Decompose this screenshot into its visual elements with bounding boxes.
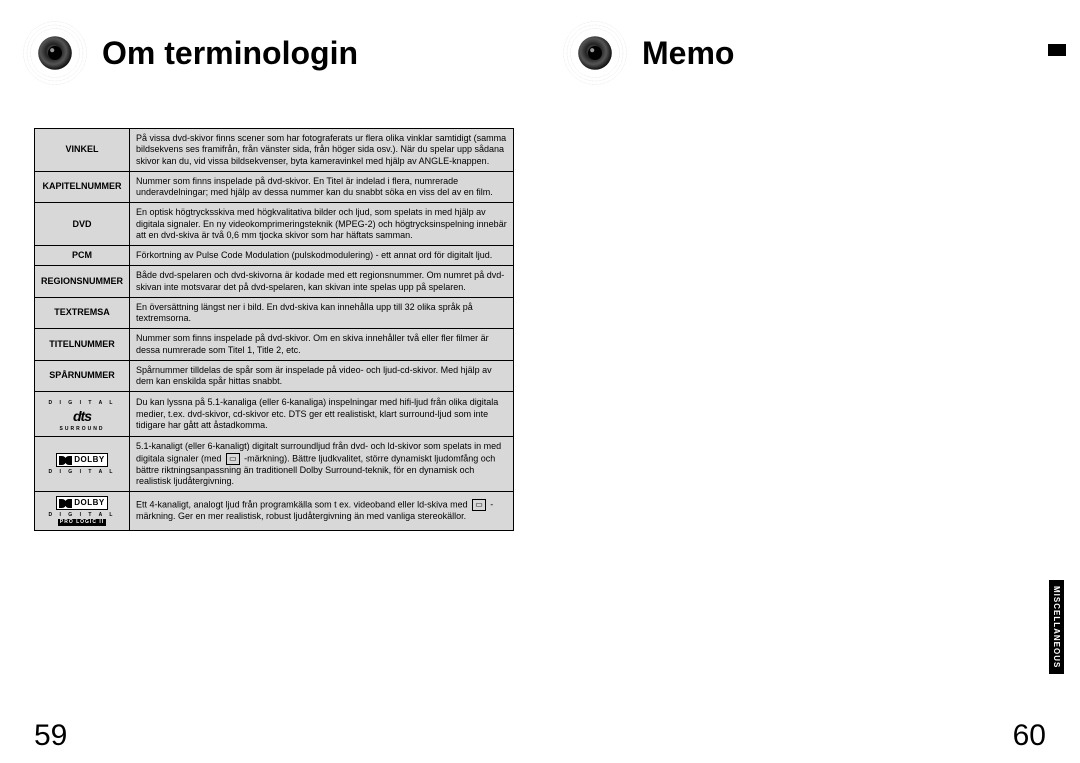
speaker-icon [560,18,630,88]
page-left: Om terminologin VINKEL På vissa dvd-skiv… [0,0,540,763]
term-definition: Både dvd-spelaren och dvd-skivorna är ko… [130,266,514,298]
terminology-table: VINKEL På vissa dvd-skivor finns scener … [34,128,514,531]
dolby-prologic-logo-icon: DOLBY D I G I T A L PRO LOGIC II [49,496,116,526]
dts-logo-cell: D I G I T A L dts SURROUND [35,392,130,437]
speaker-icon [20,18,90,88]
dolby-brand: DOLBY [74,498,105,508]
term-definition: En optisk högtrycksskiva med högkvalitat… [130,203,514,246]
dts-mid: dts [73,408,91,426]
page-right: Memo MISCELLANEOUS 60 [540,0,1080,763]
term-label: TEXTREMSA [35,297,130,329]
inline-mark-icon: ▭ [472,499,486,511]
dts-bot: SURROUND [60,426,105,432]
table-row: DOLBY D I G I T A L 5.1-kanaligt (eller … [35,437,514,492]
term-definition: Nummer som finns inspelade på dvd-skivor… [130,171,514,203]
term-definition: På vissa dvd-skivor finns scener som har… [130,129,514,172]
term-definition: Du kan lyssna på 5.1-kanaliga (eller 6-k… [130,392,514,437]
dolby-digital-logo-icon: DOLBY D I G I T A L [49,453,116,475]
term-label: VINKEL [35,129,130,172]
side-tab-miscellaneous: MISCELLANEOUS [1049,580,1064,674]
term-definition: Ett 4-kanaligt, analogt ljud från progra… [130,492,514,531]
page-right-title: Memo [642,35,734,72]
table-row: TITELNUMMER Nummer som finns inspelade p… [35,329,514,361]
dolby-sub: D I G I T A L [49,469,116,475]
page-right-header: Memo [540,0,1080,98]
term-definition: Förkortning av Pulse Code Modulation (pu… [130,246,514,266]
term-definition: Nummer som finns inspelade på dvd-skivor… [130,329,514,361]
dolby-d-icon [59,499,72,508]
page-number-right: 60 [1013,719,1046,753]
table-row: D I G I T A L dts SURROUND Du kan lyssna… [35,392,514,437]
page-left-header: Om terminologin [0,0,540,98]
definition-pre: Ett 4-kanaligt, analogt ljud från progra… [136,500,470,510]
term-label: PCM [35,246,130,266]
corner-mark-icon [1048,44,1066,56]
table-row: VINKEL På vissa dvd-skivor finns scener … [35,129,514,172]
page-number-left: 59 [34,719,67,753]
page-left-title: Om terminologin [102,35,358,72]
dolby-sub2: PRO LOGIC II [58,519,106,525]
table-row: DOLBY D I G I T A L PRO LOGIC II Ett 4-k… [35,492,514,531]
dts-logo-icon: D I G I T A L dts SURROUND [49,400,116,432]
dolby-d-icon [59,456,72,465]
dolby-brand: DOLBY [74,455,105,465]
term-label: KAPITELNUMMER [35,171,130,203]
term-definition: 5.1-kanaligt (eller 6-kanaligt) digitalt… [130,437,514,492]
term-label: DVD [35,203,130,246]
table-row: PCM Förkortning av Pulse Code Modulation… [35,246,514,266]
dolby-sub: D I G I T A L [49,512,116,518]
table-row: KAPITELNUMMER Nummer som finns inspelade… [35,171,514,203]
term-definition: Spårnummer tilldelas de spår som är insp… [130,360,514,392]
term-label: SPÅRNUMMER [35,360,130,392]
table-row: DVD En optisk högtrycksskiva med högkval… [35,203,514,246]
term-definition: En översättning längst ner i bild. En dv… [130,297,514,329]
term-label: REGIONSNUMMER [35,266,130,298]
table-row: SPÅRNUMMER Spårnummer tilldelas de spår … [35,360,514,392]
dolby-prologic-logo-cell: DOLBY D I G I T A L PRO LOGIC II [35,492,130,531]
inline-mark-icon: ▭ [226,453,240,465]
dolby-digital-logo-cell: DOLBY D I G I T A L [35,437,130,492]
table-row: TEXTREMSA En översättning längst ner i b… [35,297,514,329]
term-label: TITELNUMMER [35,329,130,361]
dts-top: D I G I T A L [49,400,116,406]
table-row: REGIONSNUMMER Både dvd-spelaren och dvd-… [35,266,514,298]
